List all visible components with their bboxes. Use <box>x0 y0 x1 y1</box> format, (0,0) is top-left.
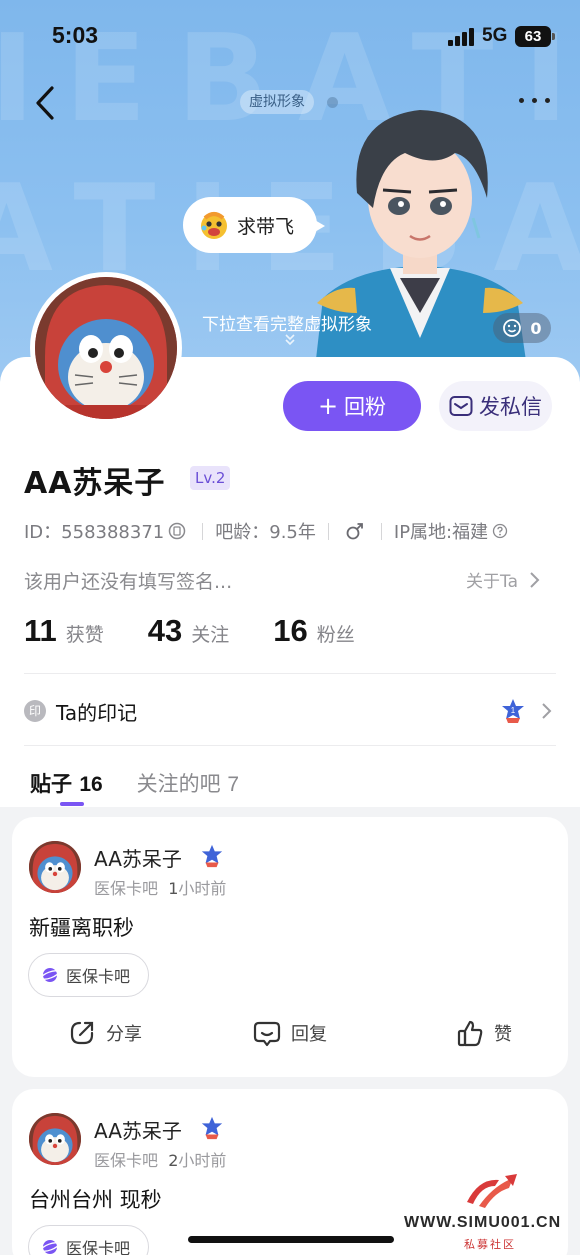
site-watermark: WWW.SIMU001.CN 私募社区 <box>404 1172 580 1255</box>
pull-down-hint: 下拉查看完整虚拟形象 <box>202 315 372 335</box>
forum-chip-label: 医保卡吧 <box>66 1239 131 1255</box>
status-time: 5:03 <box>52 22 99 48</box>
following-count[interactable]: 43 <box>148 613 182 649</box>
post-actions: 分享 回复 赞 <box>12 1019 568 1059</box>
bar-age: 吧龄：9.5年 <box>215 522 316 543</box>
svg-text:1: 1 <box>511 706 516 715</box>
home-indicator[interactable] <box>188 1236 394 1243</box>
forum-chip[interactable]: 医保卡吧 <box>28 1225 150 1255</box>
followers-label: 粉丝 <box>316 624 355 646</box>
post-meta: 医保卡吧 1小时前 <box>94 879 227 898</box>
plus-icon: + <box>317 392 339 420</box>
watermark-logo-icon <box>467 1174 517 1208</box>
share-label: 分享 <box>106 1024 142 1045</box>
bubble-text: 求带飞 <box>237 215 295 238</box>
avatar[interactable] <box>30 272 182 424</box>
share-icon <box>70 1021 94 1045</box>
divider <box>24 673 556 674</box>
like-label: 赞 <box>494 1024 512 1045</box>
avatar-like-count: 0 <box>530 318 542 338</box>
comment-icon <box>253 1021 281 1047</box>
share-button[interactable]: 分享 <box>68 1019 142 1047</box>
back-arrow-icon[interactable] <box>30 84 60 122</box>
author-avatar[interactable] <box>29 1113 81 1165</box>
user-name: AA苏呆子 <box>24 466 166 501</box>
medal-icon <box>201 1116 223 1140</box>
medal-icon <box>201 844 223 868</box>
reply-button[interactable]: 回复 <box>253 1019 327 1047</box>
network-type: 5G <box>482 25 508 46</box>
likes-label: 获赞 <box>65 624 104 646</box>
medal-icon: 1 <box>502 699 524 723</box>
tab-posts[interactable]: 贴子 16 <box>30 768 103 806</box>
user-id: ID：558388371 <box>24 522 165 543</box>
copy-icon[interactable] <box>168 522 186 540</box>
double-chevron-down-icon <box>285 334 295 346</box>
about-link[interactable]: 关于Ta <box>466 567 540 592</box>
author-avatar[interactable] <box>29 841 81 893</box>
follow-back-button[interactable]: + 回粉 <box>283 381 421 431</box>
post-card[interactable]: AA苏呆子 医保卡吧 1小时前 新疆离职秒 医保卡吧 分享 回复 赞 <box>12 817 568 1077</box>
chevron-right-icon <box>542 703 552 719</box>
mark-icon: 印 <box>24 700 46 722</box>
chevron-right-icon <box>530 571 540 588</box>
stats-row: 11 获赞 43 关注 16 粉丝 <box>24 613 355 649</box>
user-meta-row: ID：558388371 吧龄：9.5年 IP属地:福建 <box>24 518 512 544</box>
virtual-avatar-tag: 虚拟形象 <box>240 90 314 114</box>
male-gender-icon <box>346 523 363 540</box>
watermark-cn: 私募社区 <box>464 1238 516 1251</box>
profile-tabs: 贴子 16 关注的吧 7 <box>30 768 239 806</box>
post-title[interactable]: 台州台州 现秒 <box>29 1184 162 1214</box>
send-message-label: 发私信 <box>479 395 542 419</box>
divider <box>24 745 556 746</box>
planet-icon <box>41 968 59 982</box>
avatar-like-button[interactable]: 0 <box>493 313 551 343</box>
user-marks-row[interactable]: 印 Ta的印记 1 <box>24 696 556 726</box>
signature: 该用户还没有填写签名... <box>24 571 233 593</box>
mark-label: Ta的印记 <box>56 700 138 725</box>
reply-label: 回复 <box>291 1024 327 1045</box>
planet-icon <box>41 1240 59 1254</box>
level-badge[interactable]: Lv.2 <box>190 466 231 490</box>
tag-dot <box>327 97 338 108</box>
following-label: 关注 <box>191 624 230 646</box>
help-icon[interactable] <box>492 523 508 539</box>
emoji-face-icon <box>201 212 227 239</box>
post-title[interactable]: 新疆离职秒 <box>29 912 134 942</box>
more-menu-button[interactable] <box>515 90 555 110</box>
followers-count[interactable]: 16 <box>273 613 307 649</box>
battery-icon: 63 <box>515 26 555 47</box>
likes-count[interactable]: 11 <box>24 613 57 649</box>
forum-chip-label: 医保卡吧 <box>66 967 131 986</box>
cellular-signal-icon <box>448 28 476 46</box>
mail-icon <box>449 396 473 416</box>
tab-followed-forums[interactable]: 关注的吧 7 <box>137 768 239 798</box>
forum-chip[interactable]: 医保卡吧 <box>28 953 150 997</box>
author-name[interactable]: AA苏呆子 <box>94 843 182 872</box>
ip-location: IP属地:福建 <box>393 522 489 543</box>
smile-icon <box>503 319 522 337</box>
watermark-site: WWW.SIMU001.CN <box>404 1214 562 1231</box>
author-name[interactable]: AA苏呆子 <box>94 1115 182 1144</box>
thumbs-up-icon <box>457 1020 483 1047</box>
speech-bubble[interactable]: 求带飞 <box>183 197 325 253</box>
like-button[interactable]: 赞 <box>456 1019 512 1047</box>
status-bar: 5:03 5G 63 <box>0 20 580 56</box>
about-label: 关于Ta <box>466 572 518 592</box>
follow-back-label: 回粉 <box>344 395 387 419</box>
post-meta: 医保卡吧 2小时前 <box>94 1151 227 1170</box>
send-message-button[interactable]: 发私信 <box>439 381 552 431</box>
